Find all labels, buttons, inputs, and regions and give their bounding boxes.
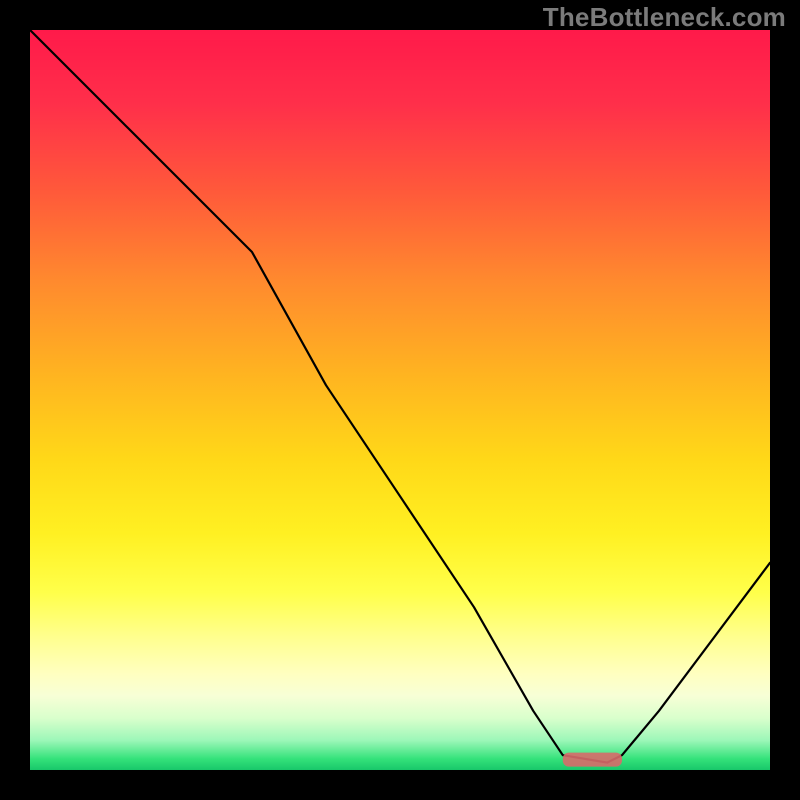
watermark-text: TheBottleneck.com	[543, 2, 786, 33]
chart-frame: TheBottleneck.com	[0, 0, 800, 800]
chart-overlay	[30, 30, 770, 770]
bottleneck-curve	[30, 30, 770, 763]
optimal-marker	[563, 753, 622, 767]
plot-area	[30, 30, 770, 770]
